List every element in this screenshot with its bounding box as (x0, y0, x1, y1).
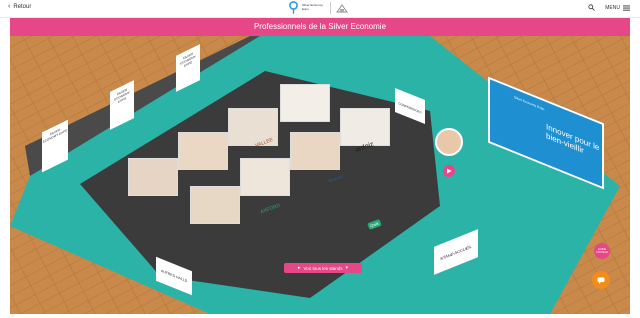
cta-label: Voir tous les stands (303, 265, 343, 271)
logo-divider (330, 1, 331, 14)
visitor-guide-label: GUIDE VISITEUR (596, 248, 608, 254)
chat-button[interactable] (592, 271, 610, 289)
back-label: Retour (13, 4, 32, 10)
top-bar: ‹ Retour Silver Economy Expo MENU (0, 0, 640, 18)
exhibitor-booth[interactable] (290, 132, 340, 170)
stand-accueil-label: STAND ACCUEIL (440, 243, 472, 262)
location-pin-icon (289, 1, 298, 14)
exhibitor-booth[interactable] (178, 132, 228, 170)
play-button[interactable] (443, 165, 455, 177)
exhibitor-booth[interactable] (280, 84, 330, 122)
chat-bubble-icon (597, 277, 605, 284)
exhibitor-booth[interactable] (128, 158, 178, 196)
brand-banner-text: SILVER ECONOMY EXPO (114, 87, 130, 105)
exhibitor-booth[interactable] (240, 158, 290, 196)
brand-banner-text: SILVER ECONOMY EXPO (42, 127, 68, 145)
conferences-label: CONFÉRENCES (398, 101, 422, 115)
cta-icon: ▸ (297, 265, 301, 271)
search-icon[interactable] (588, 4, 596, 11)
autres-halls-label: AUTRES HALLS (160, 268, 188, 284)
partner-logo-icon (336, 3, 348, 12)
chevron-left-icon: ‹ (8, 3, 11, 10)
logo-text: Silver Economy Expo (302, 3, 323, 11)
brand-banner-text: SILVER ECONOMY EXPO (180, 51, 196, 69)
view-all-stands-button[interactable]: ▸ Voir tous les stands ▾ (284, 263, 362, 273)
speaker-avatar[interactable] (435, 128, 463, 156)
exhibitor-booth[interactable] (190, 186, 240, 224)
menu-button[interactable]: MENU (605, 5, 630, 11)
visitor-guide-button[interactable]: GUIDE VISITEUR (594, 243, 610, 259)
exhibitor-booth[interactable] (340, 108, 390, 146)
billboard-brand: Silver Economy Expo (514, 95, 545, 112)
hamburger-icon (623, 5, 630, 11)
back-button[interactable]: ‹ Retour (8, 3, 32, 10)
hall-title-banner: Professionnels de la Silver Economie (10, 18, 630, 36)
chevron-down-icon: ▾ (345, 265, 349, 271)
menu-label: MENU (605, 4, 620, 11)
play-icon (447, 168, 452, 174)
billboard-text: Innover pour le bien-vieillir (546, 122, 600, 156)
event-logo[interactable]: Silver Economy Expo (289, 1, 349, 14)
